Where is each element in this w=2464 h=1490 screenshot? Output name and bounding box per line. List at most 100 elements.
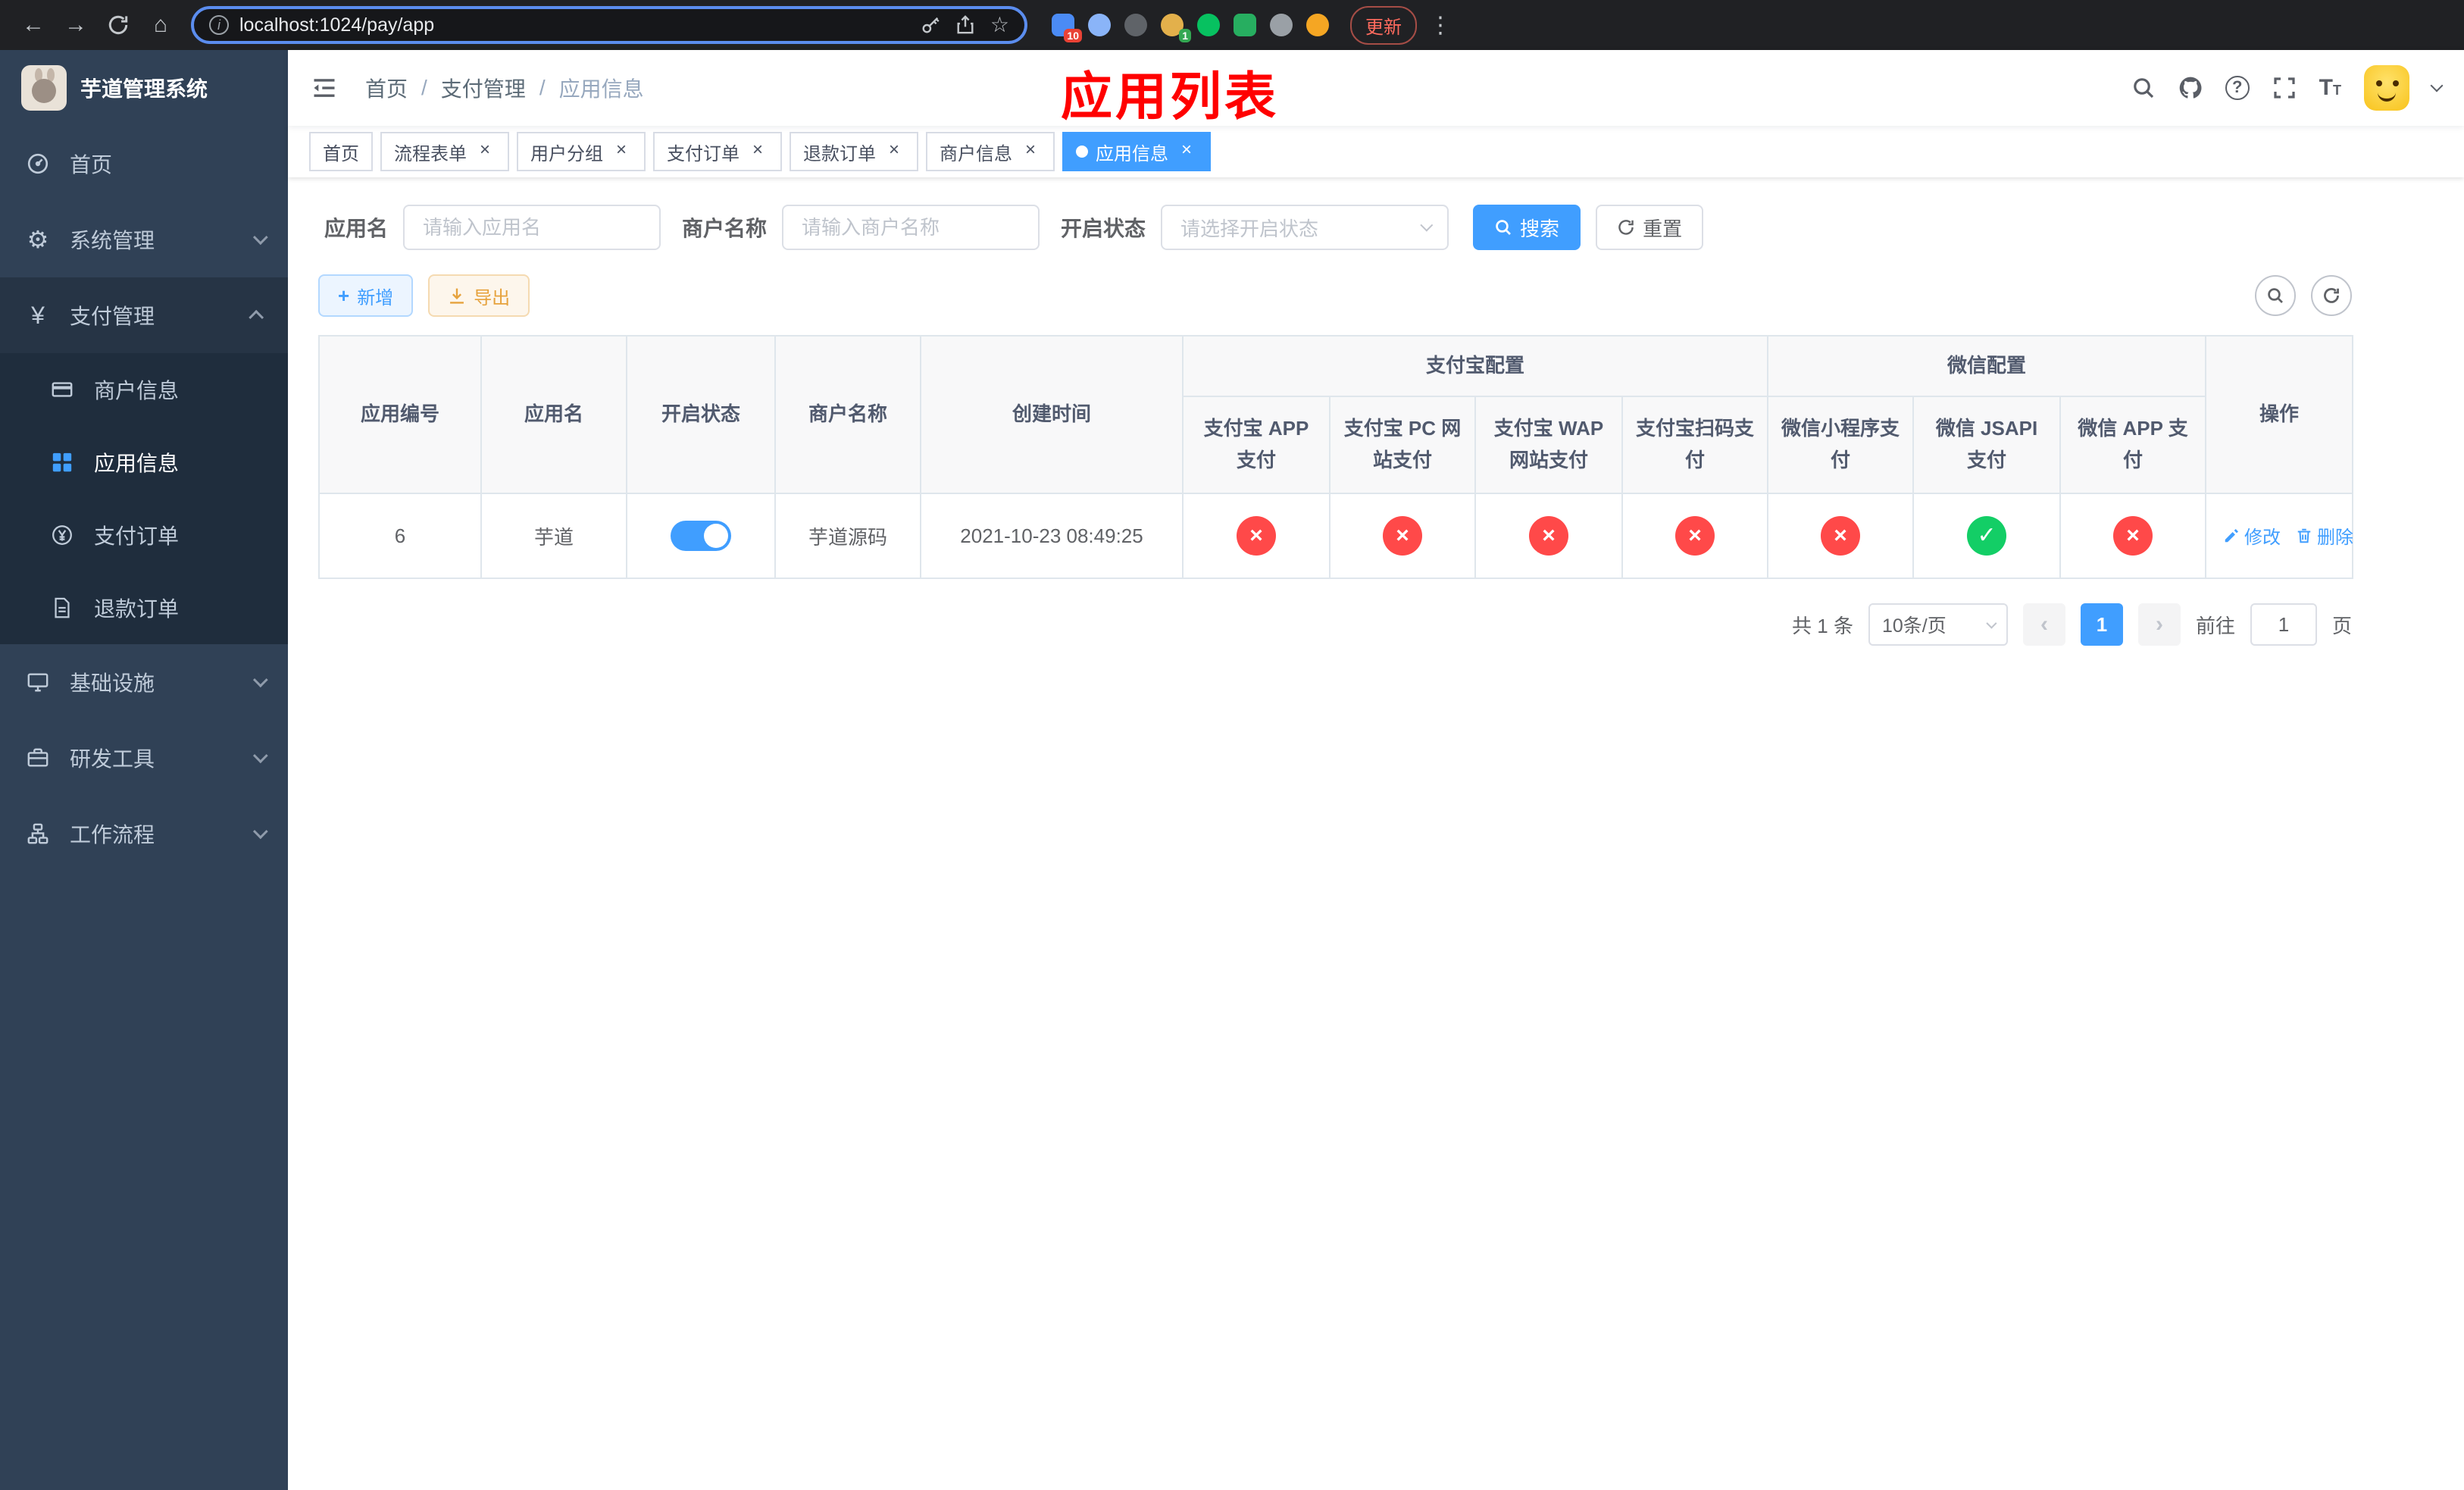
breadcrumb: 首页 / 支付管理 / 应用信息 [365,73,644,103]
main-area: 首页 / 支付管理 / 应用信息 应用列表 ? TT 首页 流程表单 × 用户分… [288,50,2464,1490]
cell-merchant: 芋道源码 [774,493,921,579]
refresh-table-button[interactable] [2311,275,2352,316]
extension-icon[interactable] [1124,14,1147,36]
browser-forward-icon[interactable]: → [58,7,94,43]
close-icon[interactable]: × [1020,141,1041,162]
page-size-select[interactable]: 10条/页 [1868,603,2008,646]
yen-icon: ¥ [31,302,45,329]
delete-link[interactable]: 删除 [2296,522,2353,549]
app-name-input[interactable] [403,205,661,250]
logo-avatar [21,65,67,111]
close-icon[interactable]: × [747,141,768,162]
sidebar-item-workflow[interactable]: 工作流程 [0,796,288,872]
extension-icon[interactable] [1234,14,1256,36]
sidebar-item-refund-order[interactable]: 退款订单 [0,571,288,644]
app-name-label: 应用名 [324,217,389,240]
status-toggle[interactable] [671,521,731,551]
fullscreen-icon[interactable] [2272,76,2297,100]
app-title: 芋道管理系统 [80,77,208,101]
add-button[interactable]: + 新增 [318,274,414,317]
prev-page-button[interactable]: ‹ [2022,603,2065,646]
merchant-name-input[interactable] [782,205,1040,250]
extension-icon[interactable] [1197,14,1220,36]
tab-pay-order[interactable]: 支付订单 × [653,132,782,171]
cell-status [626,493,776,579]
dashboard-icon [24,152,52,175]
disabled-status-icon: × [1383,516,1422,556]
col-alipay-pc: 支付宝 PC 网站支付 [1329,396,1476,494]
address-bar[interactable]: i localhost:1024/pay/app ☆ [191,6,1027,44]
close-icon[interactable]: × [883,141,905,162]
breadcrumb-payment[interactable]: 支付管理 [441,73,526,103]
sidebar-item-system[interactable]: ⚙ 系统管理 [0,202,288,277]
share-icon[interactable] [955,15,975,35]
col-merchant: 商户名称 [774,335,921,494]
export-button[interactable]: 导出 [428,274,530,317]
search-button[interactable]: 搜索 [1473,205,1581,250]
extension-icon[interactable] [1088,14,1111,36]
sidebar-item-home[interactable]: 首页 [0,126,288,202]
browser-home-icon[interactable]: ⌂ [142,7,179,43]
status-select[interactable]: 请选择开启状态 [1161,205,1449,250]
github-icon[interactable] [2178,76,2203,100]
browser-back-icon[interactable]: ← [15,7,52,43]
chevron-down-icon [252,748,268,764]
extension-icon[interactable]: 10 [1052,14,1082,42]
tab-user-group[interactable]: 用户分组 × [517,132,646,171]
payment-submenu: 商户信息 应用信息 支付订单 退款订单 [0,353,288,644]
cell-wechat-mini: × [1767,493,1915,579]
breadcrumb-home[interactable]: 首页 [365,73,408,103]
tab-home[interactable]: 首页 [309,132,373,171]
extension-icon[interactable] [1306,14,1329,36]
extension-icon[interactable]: 1 [1161,14,1191,42]
help-icon[interactable]: ? [2225,76,2250,100]
coin-yen-icon [48,524,76,546]
col-group-alipay: 支付宝配置 [1181,335,1769,397]
browser-reload-icon[interactable] [100,7,136,43]
sidebar-item-dev-tools[interactable]: 研发工具 [0,720,288,796]
document-icon [48,596,76,619]
tab-app-info[interactable]: 应用信息 × [1062,132,1211,171]
next-page-button[interactable]: › [2137,603,2181,646]
tab-merchant-info[interactable]: 商户信息 × [926,132,1055,171]
toolbox-icon [24,747,52,769]
tab-flow-form[interactable]: 流程表单 × [380,132,509,171]
close-icon[interactable]: × [474,141,496,162]
sidebar-collapse-icon[interactable] [311,73,341,103]
total-count: 共 1 条 [1792,614,1853,637]
goto-page-input[interactable] [2250,603,2317,646]
screen: ← → ⌂ i localhost:1024/pay/app ☆ 10 1 更新… [0,0,2464,1490]
font-size-icon[interactable]: TT [2319,75,2341,101]
col-status: 开启状态 [626,335,776,494]
sidebar-item-app-info[interactable]: 应用信息 [0,426,288,499]
browser-update-button[interactable]: 更新 [1350,5,1417,45]
browser-menu-icon[interactable]: ⋮ [1423,12,1458,39]
sidebar-item-infrastructure[interactable]: 基础设施 [0,644,288,720]
sidebar-item-payment[interactable]: ¥ 支付管理 [0,277,288,353]
col-wechat-app: 微信 APP 支付 [2059,396,2207,494]
avatar[interactable] [2364,65,2409,111]
edit-link[interactable]: 修改 [2223,522,2281,549]
url-text: localhost:1024/pay/app [239,14,435,36]
monitor-icon [24,671,52,693]
close-icon[interactable]: × [1176,141,1197,162]
grid-icon [48,451,76,474]
tab-label: 首页 [323,143,359,164]
search-icon[interactable] [2131,76,2156,100]
reset-button[interactable]: 重置 [1596,205,1704,250]
col-created: 创建时间 [920,335,1184,494]
plus-icon: + [338,283,350,307]
page-number-button[interactable]: 1 [2080,603,2123,646]
tab-refund-order[interactable]: 退款订单 × [790,132,918,171]
password-key-icon[interactable] [921,15,940,35]
site-info-icon[interactable]: i [209,15,229,35]
sidebar-item-merchant-info[interactable]: 商户信息 [0,353,288,426]
sidebar-item-label: 研发工具 [70,747,155,771]
pin-extension-icon[interactable] [1270,14,1293,36]
bookmark-star-icon[interactable]: ☆ [990,14,1009,36]
sidebar-item-pay-order[interactable]: 支付订单 [0,499,288,571]
toggle-search-button[interactable] [2255,275,2296,316]
user-menu-caret-icon[interactable] [2430,79,2444,92]
close-icon[interactable]: × [611,141,632,162]
cell-app-id: 6 [318,493,482,579]
